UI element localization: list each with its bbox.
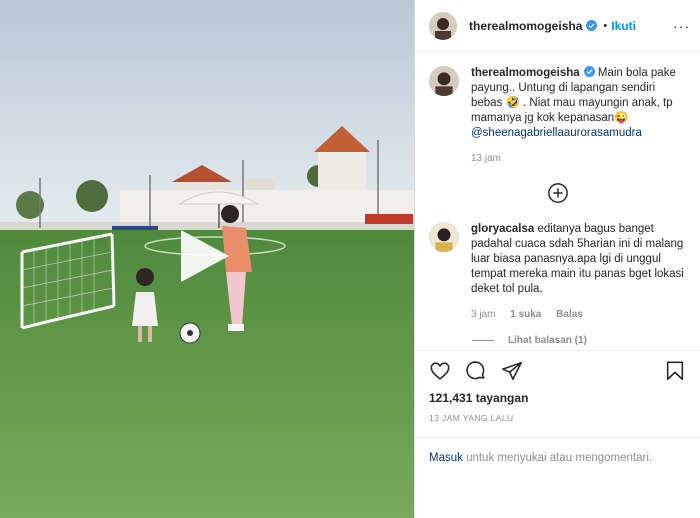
separator-dot: •	[603, 19, 608, 32]
follow-button[interactable]: Ikuti	[611, 19, 636, 33]
add-circle-icon[interactable]	[547, 182, 569, 204]
avatar[interactable]	[429, 222, 459, 252]
verified-badge-icon	[583, 66, 595, 77]
header-username[interactable]: therealmomogeisha	[469, 19, 582, 33]
caption-time[interactable]: 13 jam	[471, 153, 501, 164]
comment-icon[interactable]	[465, 360, 487, 382]
caption-username[interactable]: therealmomogeisha	[471, 67, 580, 79]
more-options-button[interactable]: ···	[673, 18, 690, 34]
reply-button[interactable]: Balas	[556, 309, 583, 320]
comment-time[interactable]: 3 jam	[471, 309, 495, 320]
caption-meta: 13 jam	[471, 151, 686, 166]
comment: gloryacalsa editanya bagus banget padaha…	[429, 222, 686, 322]
comment-username[interactable]: gloryacalsa	[471, 223, 534, 235]
comment-meta: 3 jam 1 suka Balas	[471, 307, 686, 322]
load-more-comments[interactable]	[429, 182, 686, 204]
share-icon[interactable]	[501, 360, 523, 382]
login-text: untuk menyukai atau mengomentari.	[462, 452, 653, 464]
bookmark-icon[interactable]	[664, 360, 686, 382]
actions-section: 121,431 tayangan 13 JAM YANG LALU Masuk …	[415, 350, 700, 518]
play-icon[interactable]	[179, 228, 231, 284]
login-prompt: Masuk untuk menyukai atau mengomentari.	[415, 437, 700, 478]
heart-icon[interactable]	[429, 360, 451, 382]
caption: therealmomogeisha Main bola pake payung.…	[429, 66, 686, 166]
view-replies-button[interactable]: Lihat balasan (1)	[472, 335, 686, 346]
replies-divider	[472, 340, 494, 341]
comment-body: gloryacalsa editanya bagus banget padaha…	[471, 222, 686, 322]
caption-mention[interactable]: @sheenagabriellaaurorasamudra	[471, 127, 642, 139]
caption-body: therealmomogeisha Main bola pake payung.…	[471, 66, 686, 166]
verified-badge-icon	[586, 20, 598, 31]
comment-likes[interactable]: 1 suka	[510, 309, 541, 320]
login-link[interactable]: Masuk	[429, 452, 463, 464]
comments-section: therealmomogeisha Main bola pake payung.…	[415, 52, 700, 350]
post-header: therealmomogeisha • Ikuti ···	[415, 0, 700, 52]
view-count[interactable]: 121,431 tayangan	[429, 391, 686, 405]
avatar[interactable]	[429, 11, 457, 40]
post-timestamp[interactable]: 13 JAM YANG LALU	[429, 413, 686, 423]
action-bar	[429, 351, 686, 391]
post-sidebar: therealmomogeisha • Ikuti ··· therealmom…	[414, 0, 700, 518]
instagram-post: therealmomogeisha • Ikuti ··· therealmom…	[0, 0, 700, 518]
post-video[interactable]	[0, 0, 414, 518]
view-replies-label: Lihat balasan (1)	[508, 335, 587, 346]
avatar[interactable]	[429, 66, 459, 96]
